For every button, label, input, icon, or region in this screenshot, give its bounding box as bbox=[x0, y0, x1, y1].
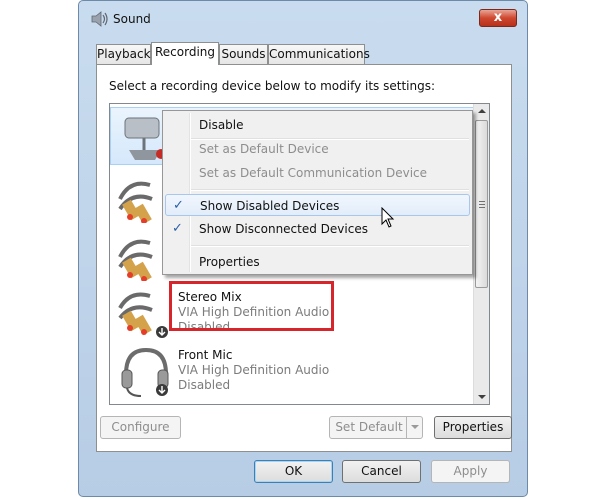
scroll-thumb[interactable] bbox=[475, 120, 488, 288]
window-title: Sound bbox=[113, 12, 151, 26]
menu-item-label: Properties bbox=[199, 255, 260, 269]
grip-icon bbox=[479, 201, 485, 208]
configure-button[interactable]: Configure bbox=[100, 416, 181, 439]
tab-recording[interactable]: Recording bbox=[151, 42, 219, 65]
context-menu: Disable Set as Default Device Set as Def… bbox=[162, 110, 473, 275]
tab-sounds[interactable]: Sounds bbox=[219, 44, 268, 64]
device-name: Front Mic bbox=[178, 348, 233, 362]
headset-icon bbox=[121, 347, 169, 397]
vertical-scrollbar[interactable] bbox=[473, 104, 489, 404]
apply-button[interactable]: Apply bbox=[431, 460, 510, 483]
menu-separator bbox=[189, 113, 191, 272]
ok-button[interactable]: OK bbox=[254, 460, 333, 483]
speaker-icon bbox=[91, 11, 108, 27]
properties-button[interactable]: Properties bbox=[434, 416, 512, 439]
menu-item-label: Set as Default Communication Device bbox=[199, 166, 428, 180]
checkmark-icon: ✓ bbox=[172, 221, 183, 236]
menu-item-label: Show Disabled Devices bbox=[200, 199, 340, 213]
title-bar[interactable]: Sound x bbox=[79, 1, 527, 37]
device-driver: VIA High Definition Audio bbox=[178, 363, 330, 377]
menu-item-show-disabled[interactable]: ✓ Show Disabled Devices bbox=[165, 194, 470, 216]
close-button[interactable]: x bbox=[479, 9, 517, 27]
menu-item-show-disconnected[interactable]: ✓ Show Disconnected Devices bbox=[165, 218, 470, 240]
set-default-label: Set Default bbox=[335, 420, 403, 434]
chevron-down-icon[interactable] bbox=[406, 417, 422, 438]
menu-item-set-default-communication[interactable]: Set as Default Communication Device bbox=[165, 162, 470, 184]
menu-item-set-default[interactable]: Set as Default Device bbox=[165, 138, 470, 160]
instruction-text: Select a recording device below to modif… bbox=[109, 79, 436, 93]
device-name: Stereo Mix bbox=[178, 290, 242, 304]
mouse-cursor-icon bbox=[381, 207, 395, 228]
menu-separator bbox=[191, 245, 469, 247]
menu-separator bbox=[191, 189, 469, 191]
list-item-front-mic[interactable]: Front Mic VIA High Definition Audio Disa… bbox=[110, 342, 474, 400]
menu-item-label: Disable bbox=[199, 118, 244, 132]
cancel-button[interactable]: Cancel bbox=[342, 460, 421, 483]
device-status: Disabled bbox=[178, 320, 231, 334]
checkmark-icon: ✓ bbox=[173, 198, 184, 213]
tab-communications[interactable]: Communications bbox=[268, 44, 370, 64]
scroll-up-icon[interactable] bbox=[478, 109, 486, 113]
menu-item-disable[interactable]: Disable bbox=[165, 114, 470, 136]
set-default-button[interactable]: Set Default bbox=[329, 416, 423, 439]
list-item-stereo-mix[interactable]: Stereo Mix VIA High Definition Audio Dis… bbox=[110, 284, 474, 342]
menu-item-label: Show Disconnected Devices bbox=[199, 222, 368, 236]
tab-playback[interactable]: Playback bbox=[96, 44, 151, 64]
menu-item-properties[interactable]: Properties bbox=[165, 251, 470, 273]
device-status: Disabled bbox=[178, 378, 231, 392]
stereo-cable-icon bbox=[118, 292, 168, 338]
device-driver: VIA High Definition Audio bbox=[178, 305, 330, 319]
scroll-down-icon[interactable] bbox=[478, 395, 486, 399]
menu-item-label: Set as Default Device bbox=[199, 142, 329, 156]
